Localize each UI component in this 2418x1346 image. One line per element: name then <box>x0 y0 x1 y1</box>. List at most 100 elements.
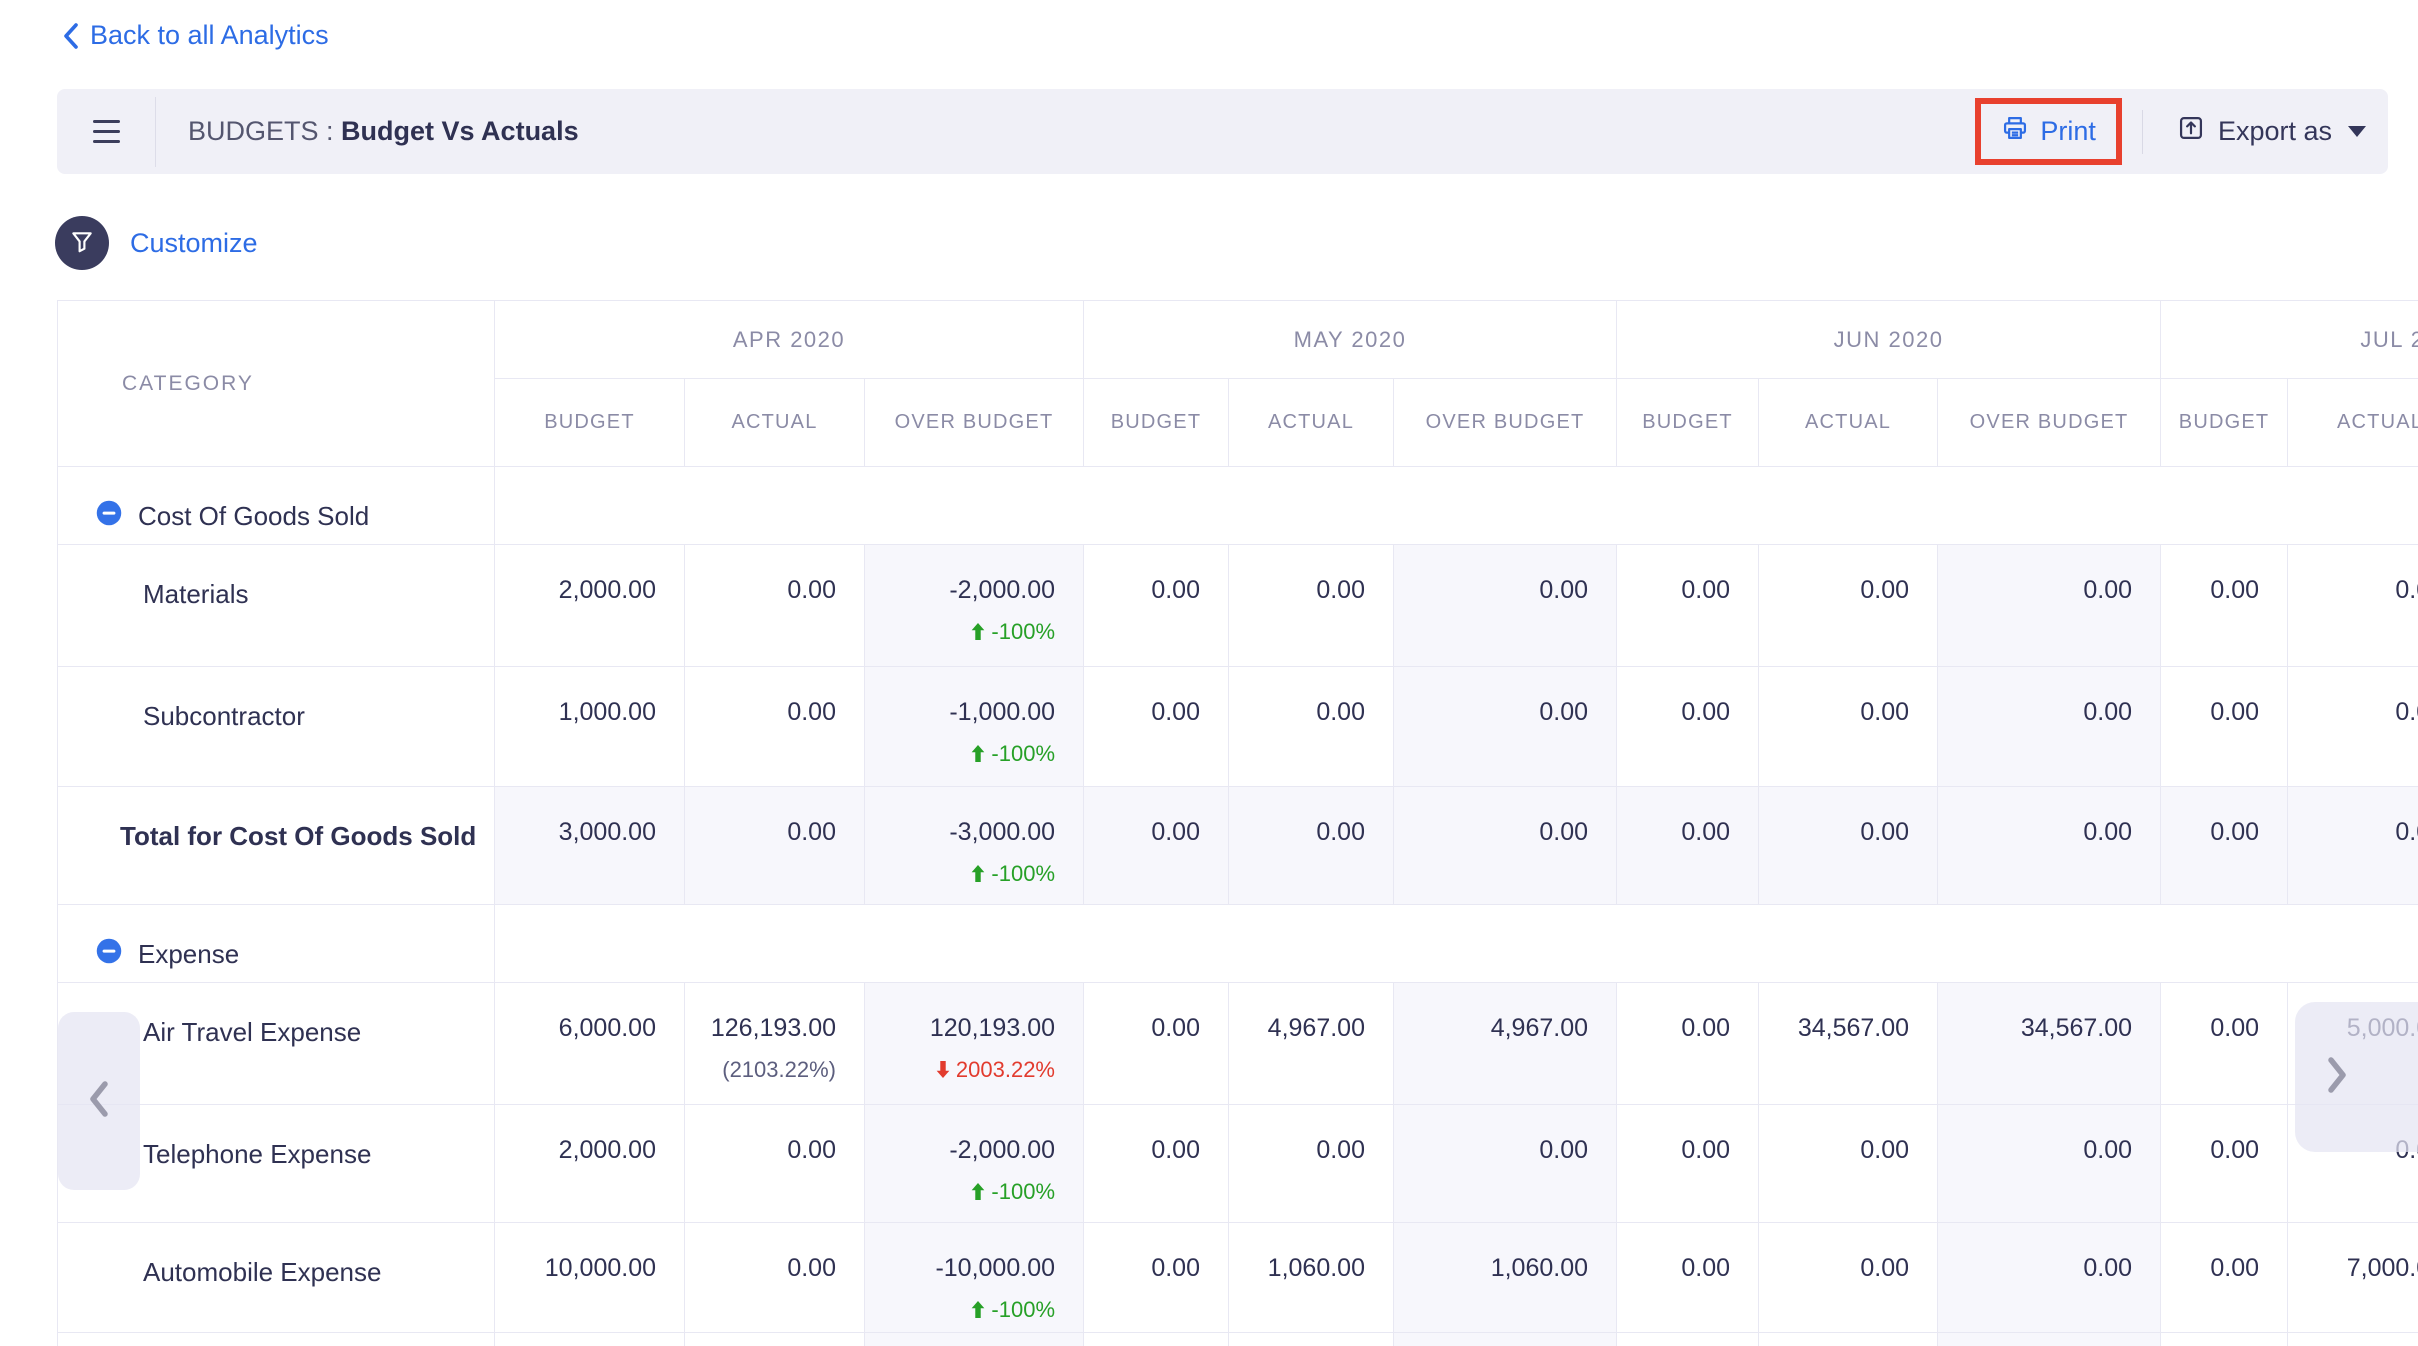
table-row: Total for Cost Of Goods Sold3,000.000.00… <box>58 786 2418 904</box>
cell-value: 0.00 <box>1084 1137 1200 1165</box>
month-group-header: JUL 2020 <box>2161 300 2418 378</box>
cell-value: 0.00 <box>1394 699 1588 727</box>
minus-circle-icon[interactable] <box>95 937 123 972</box>
cell: 0.00 <box>1394 544 1617 666</box>
cell: 0.00 <box>685 1222 865 1332</box>
scroll-right-button[interactable] <box>2295 1002 2418 1152</box>
cell-value: 0.00 <box>2161 819 2259 847</box>
cell: 6,000.00 <box>495 982 685 1104</box>
cell: 0.00 <box>1617 982 1759 1104</box>
cell: 0.00 <box>1084 1222 1229 1332</box>
cell: 0.00 <box>2288 786 2418 904</box>
cell: 1,060.00 <box>1229 1222 1394 1332</box>
category-label: Automobile Expense <box>58 1222 495 1332</box>
scroll-left-button[interactable] <box>58 1012 140 1190</box>
section-empty-cell <box>495 904 2418 982</box>
cell-value: 0.00 <box>1938 577 2132 605</box>
back-to-analytics-link[interactable]: Back to all Analytics <box>62 20 329 51</box>
customize-link[interactable]: Customize <box>130 228 258 259</box>
cell-percent-badge: -100% <box>865 741 1055 767</box>
cell-value: 4,967.00 <box>1229 1015 1365 1043</box>
cell-value: -2,000.00 <box>865 577 1055 605</box>
cell-value: 4,967.00 <box>1394 1015 1588 1043</box>
cell-value: 0.00 <box>1084 819 1200 847</box>
cell: 0.00 <box>685 786 865 904</box>
column-header: ACTUAL <box>685 378 865 466</box>
column-header: BUDGET <box>2161 378 2288 466</box>
cell-value: 7,000.00 <box>2288 1255 2418 1283</box>
cell: 0.00 <box>1938 666 2161 786</box>
cell-value: 0.00 <box>1759 699 1909 727</box>
cell-percent-note: (2103.22%) <box>685 1057 836 1083</box>
category-label: Total for Cost Of Goods Sold <box>58 786 495 904</box>
cell: 0.00 <box>2161 544 2288 666</box>
column-header: BUDGET <box>1617 378 1759 466</box>
cell-value: 0.00 <box>1759 1255 1909 1283</box>
caret-down-icon <box>2348 126 2366 137</box>
cell-value: 0.00 <box>1229 819 1365 847</box>
table-row: Subcontractor1,000.000.00-1,000.00-100%0… <box>58 666 2418 786</box>
report-module-label: BUDGETS : <box>188 116 334 146</box>
cell-value: 0.00 <box>2161 1255 2259 1283</box>
cell-value: 0.00 <box>1938 1137 2132 1165</box>
cell-value: 0.00 <box>1229 699 1365 727</box>
chevron-left-icon <box>62 22 80 50</box>
table-row: Materials2,000.000.00-2,000.00-100%0.000… <box>58 544 2418 666</box>
column-header: ACTUAL <box>1759 378 1938 466</box>
cell: 0.00 <box>2161 786 2288 904</box>
cell-value: 1,000.00 <box>495 699 656 727</box>
cell: 1,060.00 <box>1394 1222 1617 1332</box>
cell-value: -10,000.00 <box>865 1255 1055 1283</box>
minus-circle-icon[interactable] <box>95 499 123 534</box>
cell-value: 0.00 <box>685 819 836 847</box>
section-row: Cost Of Goods Sold <box>58 466 2418 544</box>
cell: 0.00 <box>1084 544 1229 666</box>
hamburger-icon[interactable] <box>57 89 155 174</box>
section-label: Cost Of Goods Sold <box>138 501 369 532</box>
cell-value: 0.00 <box>685 699 836 727</box>
cell-value: 6,000.00 <box>495 1015 656 1043</box>
cell-value: 10,000.00 <box>495 1255 656 1283</box>
cell-value: 0.00 <box>2288 819 2418 847</box>
cell: 0.00 <box>2161 1222 2288 1332</box>
arrow-up-icon <box>971 1301 985 1318</box>
arrow-up-icon <box>971 865 985 882</box>
cell: -2,000.00-100% <box>865 1104 1084 1222</box>
cell-value: 0.00 <box>1084 1255 1200 1283</box>
print-button[interactable]: Print <box>1981 104 2116 159</box>
cell-value: 0.00 <box>685 1255 836 1283</box>
arrow-up-icon <box>971 745 985 762</box>
cell-value: 34,567.00 <box>1759 1015 1909 1043</box>
cell: 120,193.002003.22% <box>865 982 1084 1104</box>
cell: 0.00 <box>1229 544 1394 666</box>
cell-value: 0.00 <box>685 577 836 605</box>
cell-value: -2,000.00 <box>865 1137 1055 1165</box>
back-link-label: Back to all Analytics <box>90 20 329 51</box>
cell-percent-badge: -100% <box>865 619 1055 645</box>
table-row: Telephone Expense2,000.000.00-2,000.00-1… <box>58 1104 2418 1222</box>
budget-table-viewport: CATEGORYAPR 2020MAY 2020JUN 2020JUL 2020… <box>57 300 2418 1346</box>
filter-button[interactable] <box>55 216 109 270</box>
cell: 0.00 <box>2288 544 2418 666</box>
cell-value: 0.00 <box>1084 1015 1200 1043</box>
cell: 0.00 <box>1938 1222 2161 1332</box>
cell: 2,000.00 <box>495 1104 685 1222</box>
cell: 0.00 <box>2161 982 2288 1104</box>
cell-value: -1,000.00 <box>865 699 1055 727</box>
export-as-button[interactable]: Export as <box>2167 106 2376 157</box>
export-label: Export as <box>2218 116 2332 147</box>
cell: -1,000.00 -100% <box>865 666 1084 786</box>
cell: 0.00 <box>1084 666 1229 786</box>
cell-value: 120,193.00 <box>865 1015 1055 1043</box>
print-annotation-box: Print <box>1975 98 2122 165</box>
cell: 0.00 <box>685 544 865 666</box>
cell-value: 0.00 <box>1229 1137 1365 1165</box>
cell: 0.00 <box>1938 1104 2161 1222</box>
budget-vs-actuals-table: CATEGORYAPR 2020MAY 2020JUN 2020JUL 2020… <box>57 300 2418 1346</box>
category-label: Materials <box>58 544 495 666</box>
section-label-cell: Cost Of Goods Sold <box>58 466 495 544</box>
month-group-header: JUN 2020 <box>1617 300 2161 378</box>
cell: 0.00 <box>1938 544 2161 666</box>
cell: 0.00 <box>1084 786 1229 904</box>
cell-value: 0.00 <box>1084 577 1200 605</box>
